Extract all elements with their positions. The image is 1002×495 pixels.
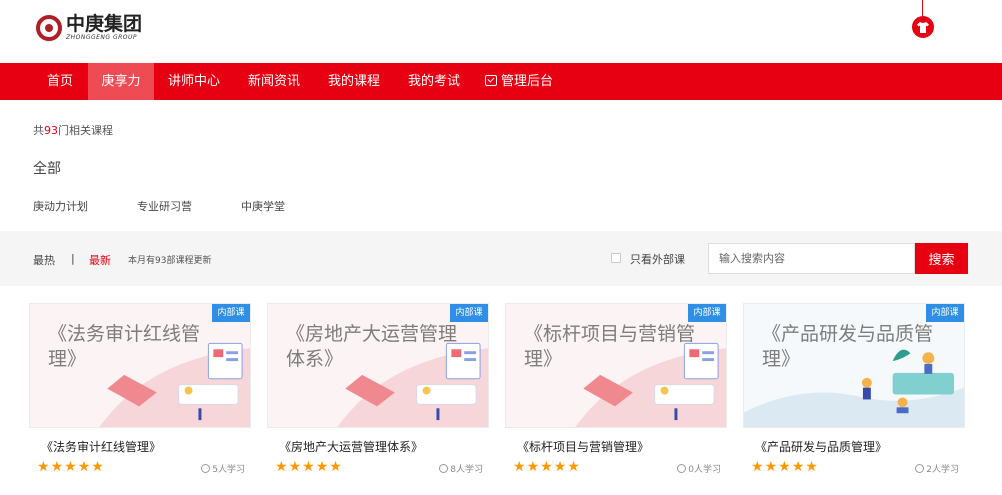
internal-course-badge: 内部课 (212, 304, 250, 322)
course-thumbnail[interactable]: 《产品研发与品质管理》 内部课 (743, 303, 965, 428)
course-card[interactable]: 《标杆项目与营销管理》 内部课 《标杆项目与营销管理》 ★ ★ ★ ★ ★ 0人学习 (505, 303, 727, 495)
thumbnail-title: 《产品研发与品质管理》 (762, 323, 934, 370)
nav-news[interactable]: 新闻资讯 (240, 63, 308, 100)
star-icon: ★ (275, 459, 288, 475)
course-card[interactable]: 《房地产大运营管理体系》 内部课 《房地产大运营管理体系》 ★ ★ ★ ★ ★ 8人学习 (267, 303, 489, 495)
course-thumbnail[interactable]: 《标杆项目与营销管理》 内部课 (505, 303, 727, 428)
star-icon: ★ (91, 459, 104, 475)
search-button[interactable]: 搜索 (915, 243, 968, 274)
logo-text-en: ZHONGGENG GROUP (66, 34, 138, 41)
course-title[interactable]: 《标杆项目与营销管理》 (517, 438, 649, 455)
nav-gengxiangli[interactable]: 庚享力 (88, 63, 154, 100)
external-only-checkbox[interactable] (611, 253, 621, 263)
course-count: 共93门相关课程 (33, 124, 113, 137)
course-card[interactable]: 《产品研发与品质管理》 内部课 《产品研发与品质管理》 ★ ★ ★ ★ ★ 2人学习 (743, 303, 965, 495)
user-icon (201, 464, 211, 473)
star-icon: ★ (526, 459, 540, 475)
internal-course-badge: 内部课 (926, 304, 964, 322)
course-thumbnail[interactable]: 《法务审计红线管理》 内部课 (29, 303, 251, 428)
star-icon: ★ (567, 459, 580, 475)
star-icon: ★ (50, 459, 64, 475)
subcategory-research-camp[interactable]: 专业研习营 (137, 198, 192, 214)
nav-home[interactable]: 首页 (34, 63, 86, 100)
course-title[interactable]: 《房地产大运营管理体系》 (279, 438, 423, 455)
user-icon (439, 464, 449, 473)
subcategory-gengdongli[interactable]: 庚动力计划 (33, 198, 88, 214)
course-count-number: 93 (44, 124, 58, 137)
star-icon: ★ (64, 459, 77, 475)
learner-count: 2人学习 (915, 462, 959, 475)
star-rating: ★ ★ ★ ★ ★ (513, 460, 581, 474)
external-only-label[interactable]: 只看外部课 (630, 251, 685, 267)
update-note: 本月有93部课程更新 (128, 256, 212, 266)
star-icon: ★ (513, 459, 526, 475)
category-all[interactable]: 全部 (33, 158, 61, 178)
nav-admin-label: 管理后台 (500, 74, 553, 89)
logo[interactable]: 中庚集团 ZHONGGENG GROUP (36, 13, 142, 43)
nav-admin[interactable]: 管理后台 (478, 63, 560, 100)
nav-my-courses[interactable]: 我的课程 (320, 63, 388, 100)
thumbnail-title: 《法务审计红线管理》 (48, 323, 201, 370)
user-icon (677, 464, 687, 473)
thumbnail-title: 《房地产大运营管理体系》 (286, 323, 458, 370)
learner-count: 5人学习 (201, 462, 245, 475)
course-title[interactable]: 《法务审计红线管理》 (41, 438, 161, 455)
star-icon: ★ (751, 459, 764, 475)
star-icon: ★ (805, 459, 818, 475)
user-divider (922, 0, 923, 16)
sort-bar: 最热 | 最新 本月有93部课程更新 只看外部课 搜索 (0, 231, 1002, 286)
sort-hottest[interactable]: 最热 (33, 252, 55, 268)
course-title[interactable]: 《产品研发与品质管理》 (755, 438, 887, 455)
star-rating: ★ ★ ★ ★ ★ (751, 460, 819, 474)
star-icon: ★ (764, 459, 778, 475)
nav-lecturer-center[interactable]: 讲师中心 (160, 63, 228, 100)
star-rating: ★ ★ ★ ★ ★ (275, 460, 343, 474)
star-icon: ★ (329, 459, 342, 475)
internal-course-badge: 内部课 (688, 304, 726, 322)
star-icon: ★ (315, 459, 329, 475)
learner-count: 0人学习 (677, 462, 721, 475)
course-card[interactable]: 《法务审计红线管理》 内部课 《法务审计红线管理》 ★ ★ ★ ★ ★ 5人学习 (29, 303, 251, 495)
star-icon: ★ (37, 459, 50, 475)
logo-text-cn: 中庚集团 (66, 13, 143, 35)
internal-course-badge: 内部课 (450, 304, 488, 322)
sort-newest[interactable]: 最新 (89, 252, 111, 268)
star-icon: ★ (288, 459, 302, 475)
user-icon (915, 464, 925, 473)
search-input[interactable] (708, 243, 915, 274)
star-icon: ★ (791, 459, 805, 475)
site-header: 中庚集团 ZHONGGENG GROUP (0, 0, 1002, 63)
star-rating: ★ ★ ★ ★ ★ (37, 460, 105, 474)
star-icon: ★ (778, 459, 791, 475)
main-nav: 首页 庚享力 讲师中心 新闻资讯 我的课程 我的考试 管理后台 (0, 63, 1002, 100)
learner-count: 8人学习 (439, 462, 483, 475)
logo-mark-icon (36, 15, 62, 41)
dashboard-icon (484, 75, 497, 86)
star-icon: ★ (302, 459, 315, 475)
subcategory-zhonggeng-school[interactable]: 中庚学堂 (241, 198, 285, 214)
star-icon: ★ (540, 459, 553, 475)
star-icon: ★ (77, 459, 91, 475)
nav-my-exams[interactable]: 我的考试 (400, 63, 468, 100)
thumbnail-title: 《标杆项目与营销管理》 (524, 323, 696, 370)
course-thumbnail[interactable]: 《房地产大运营管理体系》 内部课 (267, 303, 489, 428)
star-icon: ★ (553, 459, 567, 475)
sort-separator: | (71, 252, 75, 265)
tshirt-icon[interactable] (912, 16, 934, 38)
